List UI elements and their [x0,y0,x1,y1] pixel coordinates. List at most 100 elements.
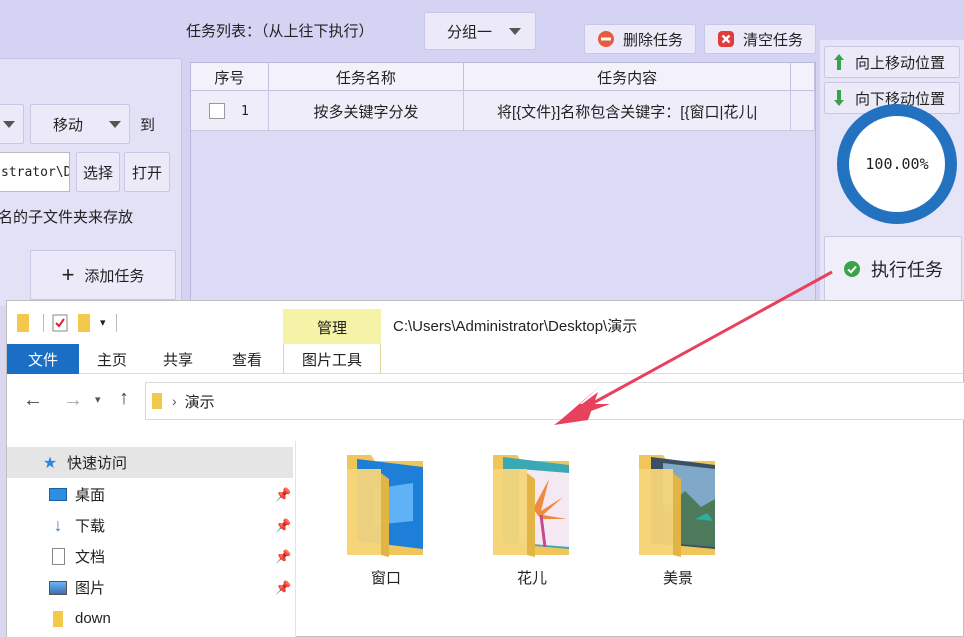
customize-toolbar-icon[interactable]: ▾ [100,316,106,329]
pin-icon[interactable]: 📌 [275,549,291,565]
row-name-cell: 按多关键字分发 [269,91,465,131]
tab-view[interactable]: 查看 [211,344,283,374]
window-title-path: C:\Users\Administrator\Desktop\演示 [393,318,638,335]
choose-button[interactable]: 选择 [76,152,120,192]
arrow-up-icon [834,54,844,70]
to-label: 到 [140,117,156,134]
desktop-icon [49,486,67,504]
task-table: 序号 任务名称 任务内容 1 按多关键字分发 将[{文件}]名称包含关键字：[{… [190,62,816,306]
forward-icon[interactable]: → [63,389,83,412]
arrow-down-icon [834,90,844,106]
tab-picture-tools[interactable]: 图片工具 [283,344,381,374]
breadcrumb-separator-icon: › [172,393,177,409]
folder-item[interactable]: 窗口 [331,449,441,589]
row-index: 1 [241,103,249,119]
tab-share-label: 共享 [162,351,193,369]
file-explorer-window: ▾ 管理 C:\Users\Administrator\Desktop\演示 文… [6,300,964,637]
toolbar-separator [115,313,117,332]
new-folder-icon[interactable] [78,313,90,332]
delete-task-label: 删除任务 [622,31,683,49]
navigation-pane: ★ 快速访问 桌面 📌 ↓ 下载 📌 文档 📌 图片 📌 down [7,441,296,637]
nav-item-label: 下载 [75,518,106,535]
task-list-label: 任务列表：（从上往下执行） [186,23,374,40]
row-extra-cell [791,91,815,131]
back-icon[interactable]: ← [23,389,43,412]
minus-circle-icon [597,31,614,47]
pin-icon[interactable]: 📌 [275,487,291,503]
tab-home-label: 主页 [96,351,127,369]
folder-thumbnail-icon [639,455,715,557]
execute-task-label: 执行任务 [871,260,943,280]
group-select-value: 分组一 [447,23,493,41]
target-path-value: strator\D [1,164,70,180]
nav-item-documents[interactable]: 文档 📌 [7,541,293,572]
properties-icon[interactable] [52,314,68,332]
tab-home[interactable]: 主页 [79,344,145,374]
folder-icon [17,313,29,332]
choose-label: 选择 [82,164,113,182]
ribbon-tabs: 文件 主页 共享 查看 图片工具 [7,344,963,374]
column-header-index[interactable]: 序号 [191,63,269,91]
task-manager-window: 任务列表：（从上往下执行） 分组一 删除任务 清空任务 移动 到 strator… [0,0,964,306]
breadcrumb[interactable]: 演示 [185,391,215,412]
star-icon: ★ [42,454,58,472]
manage-tab[interactable]: 管理 [283,309,381,345]
folder-label: 美景 [662,570,693,587]
folder-item[interactable]: 美景 [623,449,733,589]
action-select[interactable]: 移动 [30,104,130,144]
open-label: 打开 [131,164,162,182]
delete-task-button[interactable]: 删除任务 [584,24,696,54]
nav-item-pictures[interactable]: 图片 📌 [7,572,293,603]
nav-item-label: 桌面 [75,487,106,504]
folder-icon [152,393,162,409]
download-icon: ↓ [53,515,63,535]
progress-gauge-center: 100.00% [849,116,945,212]
add-task-label: 添加任务 [84,267,145,285]
group-select[interactable]: 分组一 [424,12,536,50]
nav-item-label: 图片 [75,580,106,597]
execute-task-button[interactable]: 执行任务 [824,236,962,302]
row-checkbox[interactable] [209,103,225,119]
add-task-button[interactable]: + 添加任务 [30,250,176,300]
folder-item[interactable]: 花儿 [477,449,587,589]
column-header-content[interactable]: 任务内容 [464,63,792,91]
tab-file[interactable]: 文件 [7,344,79,374]
column-header-name[interactable]: 任务名称 [269,63,465,91]
partial-select[interactable] [0,104,24,144]
folder-thumbnail-icon [347,455,423,557]
move-up-label: 向上移动位置 [855,54,946,72]
up-icon[interactable]: ↑ [119,387,129,410]
nav-item-down[interactable]: down [7,603,293,634]
document-icon [49,548,67,566]
table-row[interactable]: 1 按多关键字分发 将[{文件}]名称包含关键字：[{窗口|花儿| [191,91,815,131]
clear-tasks-label: 清空任务 [742,31,803,49]
nav-item-downloads[interactable]: ↓ 下载 📌 [7,510,293,541]
folder-icon [49,610,67,628]
column-header-extra [791,63,815,91]
address-bar[interactable]: › 演示 [145,382,964,420]
action-select-value: 移动 [53,116,84,134]
recent-locations-icon[interactable]: ▾ [95,393,101,406]
row-index-cell: 1 [191,91,269,131]
open-button[interactable]: 打开 [124,152,170,192]
chevron-down-icon [3,120,15,128]
move-up-button[interactable]: 向上移动位置 [824,46,960,78]
tab-picture-tools-label: 图片工具 [301,351,362,369]
tab-view-label: 查看 [231,351,262,369]
clear-tasks-button[interactable]: 清空任务 [704,24,816,54]
close-circle-icon [717,31,734,47]
nav-item-desktop[interactable]: 桌面 📌 [7,479,293,510]
tab-share[interactable]: 共享 [145,344,211,374]
nav-item-label: down [75,610,111,627]
plus-icon: + [61,262,75,287]
pin-icon[interactable]: 📌 [275,580,291,596]
target-path-field[interactable]: strator\D [0,152,70,192]
folder-thumbnail-icon [493,455,569,557]
subfolder-description: 名的子文件夹来存放 [0,209,134,226]
progress-text: 100.00% [865,155,929,173]
nav-item-quick-access[interactable]: ★ 快速访问 [7,447,293,478]
manage-tab-label: 管理 [316,319,347,337]
pin-icon[interactable]: 📌 [275,518,291,534]
pictures-icon [49,579,67,597]
nav-item-label: 快速访问 [67,455,128,472]
